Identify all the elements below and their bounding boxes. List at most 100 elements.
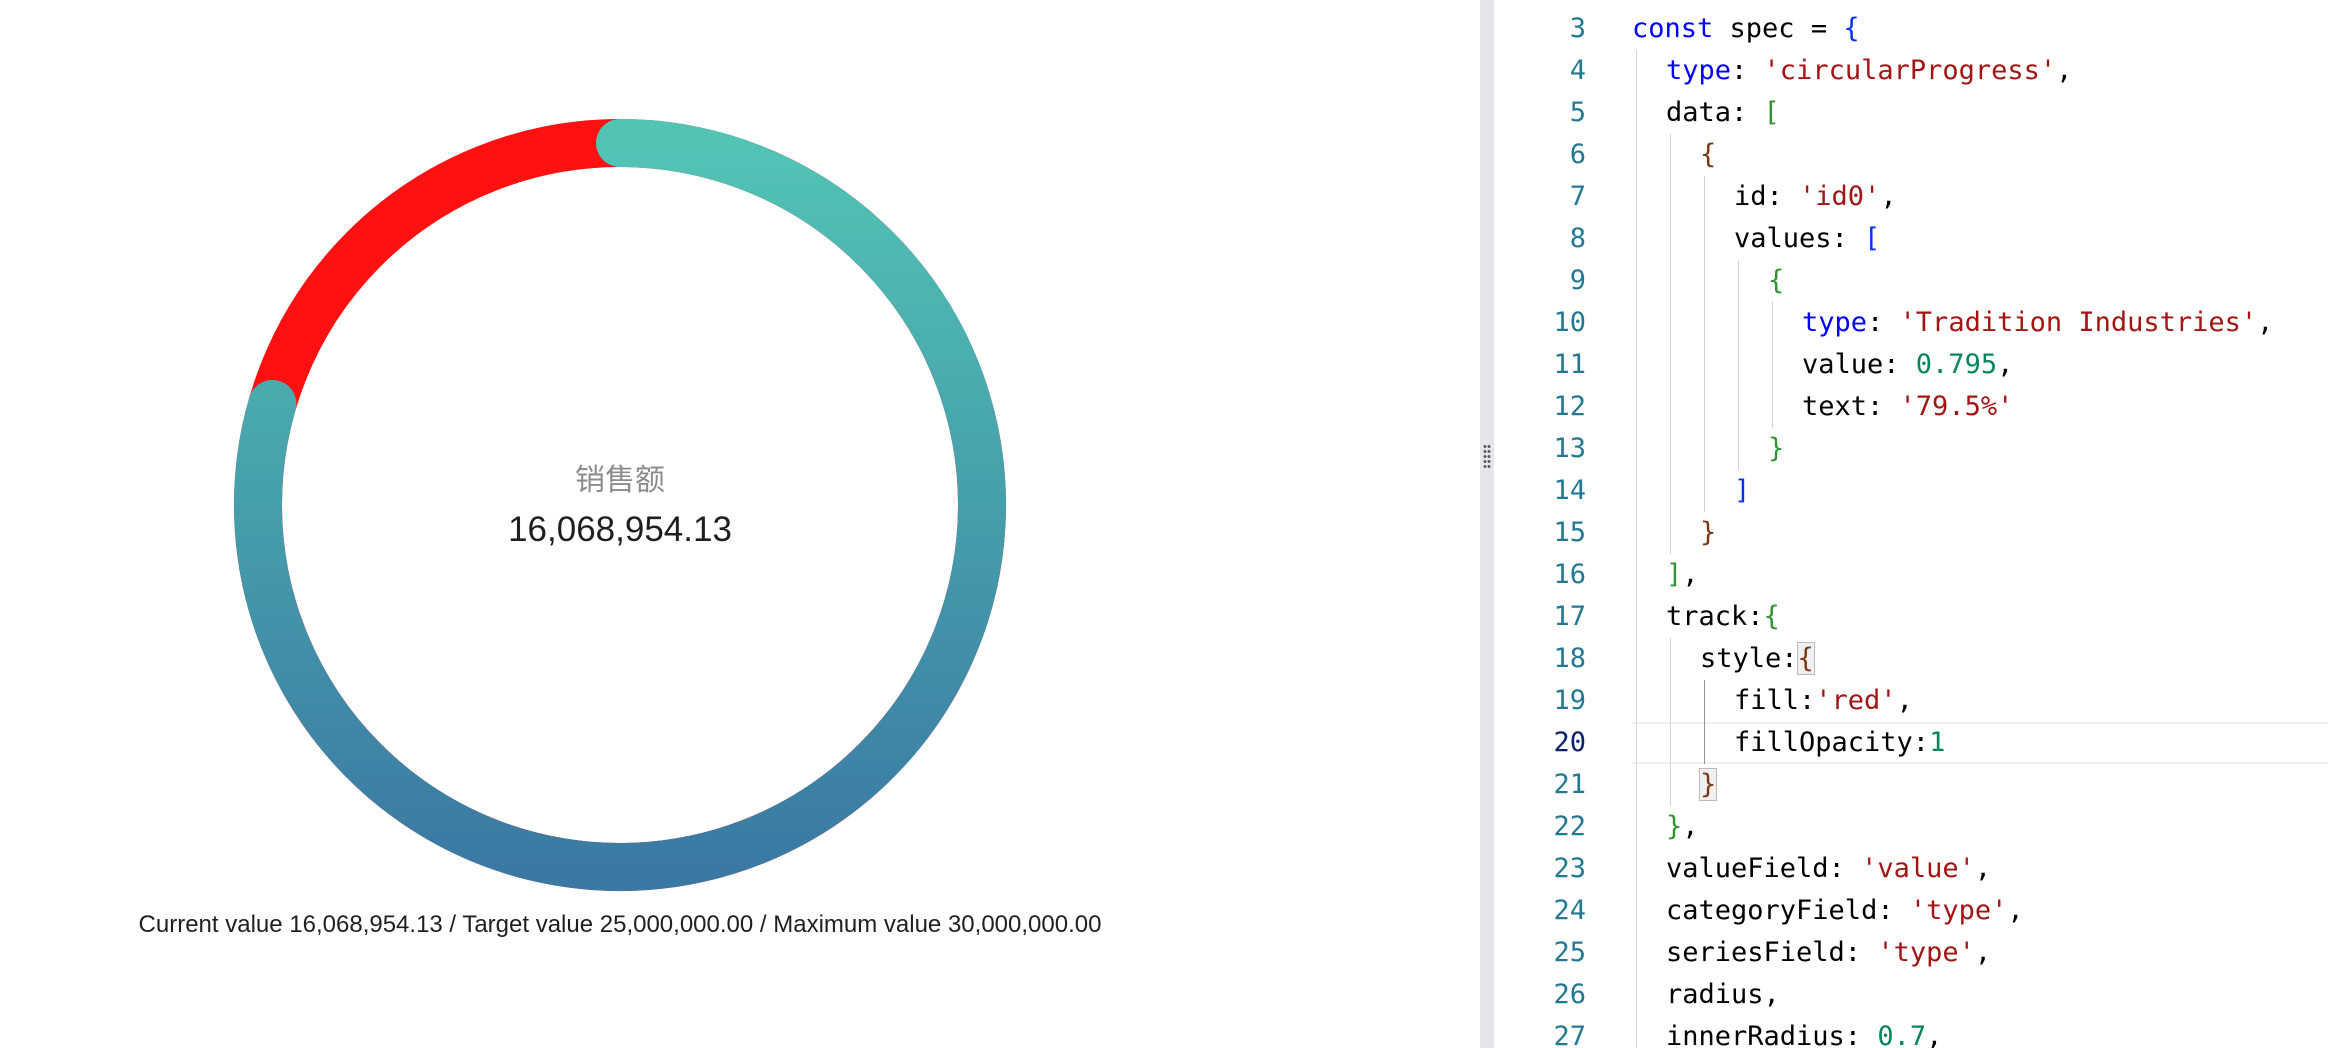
code-line[interactable]: 19 fill:'red', [1494, 680, 2328, 722]
line-number: 5 [1569, 97, 1586, 128]
line-number: 12 [1553, 391, 1586, 422]
line-number: 6 [1569, 139, 1586, 170]
drag-handle-icon[interactable] [1483, 444, 1491, 468]
code-line[interactable]: 12 text: '79.5%' [1494, 386, 2328, 428]
code-line[interactable]: 13} [1494, 428, 2328, 470]
code-token: innerRadius: [1666, 1021, 1878, 1048]
code-line[interactable]: 10 type: 'Tradition Industries', [1494, 302, 2328, 344]
code-text: seriesField: 'type', [1666, 932, 1991, 974]
code-token: type [1666, 55, 1732, 86]
code-text: { [1768, 260, 1784, 302]
indent-guide [1704, 680, 1705, 764]
code-token: : [1731, 55, 1764, 86]
code-text: data: [ [1666, 92, 1780, 134]
code-token: track: [1666, 601, 1764, 632]
code-line[interactable]: 18 style:{ [1494, 638, 2328, 680]
code-line[interactable]: 17 track:{ [1494, 596, 2328, 638]
line-number: 22 [1553, 811, 1586, 842]
code-token: , [1974, 937, 1992, 968]
line-number: 7 [1569, 181, 1586, 212]
line-number: 23 [1553, 853, 1586, 884]
line-number: 3 [1569, 13, 1586, 44]
code-token: 'circularProgress' [1763, 55, 2057, 86]
code-token: 'type' [1877, 937, 1975, 968]
code-token: value: [1802, 349, 1916, 380]
line-number: 18 [1553, 643, 1586, 674]
code-line[interactable]: 4 type: 'circularProgress', [1494, 50, 2328, 92]
code-text: innerRadius: 0.7, [1666, 1016, 1942, 1048]
code-line[interactable]: 24 categoryField: 'type', [1494, 890, 2328, 932]
code-text: } [1700, 512, 1716, 554]
line-number: 8 [1569, 223, 1586, 254]
code-token: 1 [1929, 727, 1946, 758]
line-number: 11 [1553, 349, 1586, 380]
code-line[interactable]: 23 valueField: 'value', [1494, 848, 2328, 890]
code-token: 'value' [1861, 853, 1975, 884]
code-line[interactable]: 25 seriesField: 'type', [1494, 932, 2328, 974]
code-text: track:{ [1666, 596, 1780, 638]
code-token: : [1867, 307, 1900, 338]
code-token: 'red' [1815, 685, 1897, 716]
line-number: 13 [1553, 433, 1586, 464]
indent-guide [1670, 134, 1671, 554]
code-text: categoryField: 'type', [1666, 890, 2024, 932]
code-token: 'id0' [1799, 181, 1881, 212]
indent-guide [1772, 302, 1773, 428]
pane-splitter[interactable] [1480, 0, 1494, 1048]
line-number: 16 [1553, 559, 1586, 590]
code-text: radius, [1666, 974, 1780, 1016]
code-token: [ [1763, 97, 1780, 128]
code-token: , [2056, 55, 2073, 86]
code-token: { [1700, 139, 1717, 170]
code-line[interactable]: 14] [1494, 470, 2328, 512]
code-token: data: [1666, 97, 1764, 128]
code-token: } [1700, 517, 1717, 548]
code-line[interactable]: 5 data: [ [1494, 92, 2328, 134]
code-line[interactable]: 27 innerRadius: 0.7, [1494, 1016, 2328, 1048]
line-number: 20 [1553, 727, 1586, 758]
code-token: } [1698, 768, 1718, 801]
line-number: 26 [1553, 979, 1586, 1010]
code-line[interactable]: 11 value: 0.795, [1494, 344, 2328, 386]
code-token: , [1974, 853, 1992, 884]
code-line[interactable]: 22}, [1494, 806, 2328, 848]
code-text: type: 'circularProgress', [1666, 50, 2072, 92]
code-line[interactable]: 8 values: [ [1494, 218, 2328, 260]
code-token: fillOpacity: [1734, 727, 1930, 758]
code-line[interactable]: 26 radius, [1494, 974, 2328, 1016]
code-token: , [1682, 559, 1699, 590]
code-text: }, [1666, 806, 1699, 848]
code-line[interactable]: 7 id: 'id0', [1494, 176, 2328, 218]
code-line[interactable]: 16], [1494, 554, 2328, 596]
code-token: ] [1666, 559, 1683, 590]
line-number: 27 [1553, 1021, 1586, 1048]
code-token: 'type' [1909, 895, 2008, 926]
code-text: { [1700, 134, 1716, 176]
code-token: } [1666, 811, 1683, 842]
code-token: , [2007, 895, 2024, 926]
code-token: fill: [1734, 685, 1816, 716]
code-editor[interactable]: 3 const spec = {4 type: 'circularProgress'… [1494, 0, 2328, 1048]
code-line[interactable]: 15} [1494, 512, 2328, 554]
code-token: } [1768, 433, 1785, 464]
code-token: { [1843, 13, 1860, 44]
code-line[interactable]: 3 const spec = { [1494, 8, 2328, 50]
code-line[interactable]: 6{ [1494, 134, 2328, 176]
code-line[interactable]: 20 fillOpacity:1 [1494, 722, 2328, 764]
code-token: 0.7 [1877, 1021, 1927, 1048]
indent-guide [1670, 638, 1671, 806]
code-text: value: 0.795, [1802, 344, 2013, 386]
line-number: 14 [1553, 475, 1586, 506]
code-text: text: '79.5%' [1802, 386, 2013, 428]
chart-preview-pane: 销售额 16,068,954.13 Current value 16,068,9… [0, 0, 1480, 1048]
code-line[interactable]: 21} [1494, 764, 2328, 806]
code-token: values: [1734, 223, 1865, 254]
indent-guide [1636, 50, 1637, 1048]
code-token: text: [1802, 391, 1900, 422]
code-token: , [2257, 307, 2274, 338]
code-text: } [1698, 764, 1718, 806]
code-text: type: 'Tradition Industries', [1802, 302, 2273, 344]
code-text: ], [1666, 554, 1699, 596]
code-line[interactable]: 9{ [1494, 260, 2328, 302]
code-text: } [1768, 428, 1784, 470]
